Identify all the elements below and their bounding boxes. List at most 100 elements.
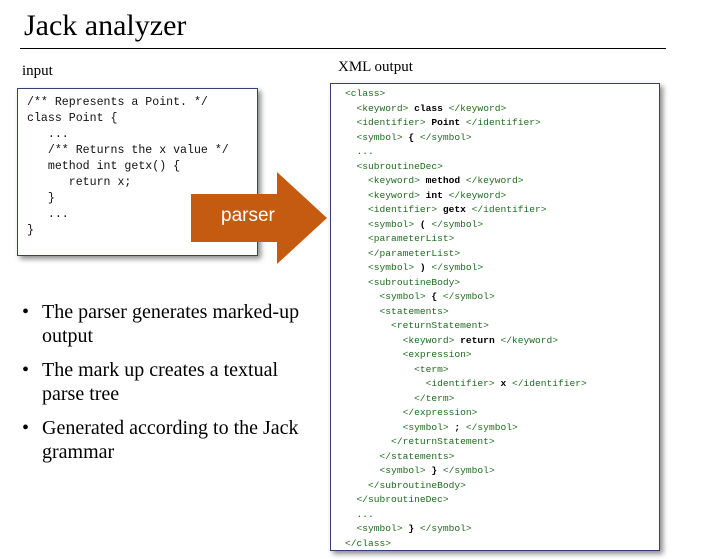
bullet-icon: • (22, 301, 30, 323)
xml-tag-open: ... (345, 146, 374, 158)
xml-line: <keyword> return </keyword> (345, 334, 587, 349)
xml-tag-close: </keyword> (442, 189, 507, 201)
xml-tag-close: </keyword> (494, 334, 559, 346)
xml-line: </term> (345, 392, 587, 407)
xml-token: class (414, 102, 443, 114)
xml-tag-open: <keyword> (345, 189, 426, 201)
xml-line: <symbol> { </symbol> (345, 290, 587, 305)
xml-line: <class> (345, 87, 587, 102)
input-code-line: class Point { (27, 112, 118, 125)
xml-token: return (460, 334, 495, 346)
xml-line: </statements> (345, 450, 587, 465)
xml-tag-close: </identifier> (465, 204, 547, 216)
xml-tag-close: </symbol> (437, 291, 495, 303)
xml-line: <symbol> } </symbol> (345, 522, 587, 537)
parser-label: parser (221, 205, 275, 226)
xml-tag-close: </keyword> (460, 175, 524, 187)
xml-token: Point (431, 117, 461, 129)
bullet-icon: • (22, 359, 30, 381)
xml-tag-open: <returnStatement> (345, 320, 489, 332)
xml-tag-close: </symbol> (425, 262, 484, 274)
xml-tag-open: <identifier> (345, 378, 501, 390)
input-code-line: ... (27, 128, 69, 141)
xml-tag-close: </keyword> (442, 102, 507, 114)
bullet-text: Generated according to the Jack grammar (42, 417, 299, 463)
xml-tag-open: <parameterList> (345, 233, 455, 245)
xml-tag-open: <symbol> (345, 218, 420, 230)
xml-line: <symbol> ) </symbol> (345, 261, 587, 276)
input-label: input (22, 63, 53, 79)
xml-line: <statements> (345, 305, 587, 320)
input-code-line: /** Represents a Point. */ (27, 96, 208, 109)
bullet-item: • The parser generates marked-up output (22, 300, 322, 348)
xml-line: </expression> (345, 406, 587, 421)
xml-tag-close: </symbol> (437, 465, 495, 477)
xml-tag-open: <keyword> (345, 334, 461, 346)
xml-tag-open: <symbol> (345, 131, 409, 143)
xml-output-label: XML output (338, 59, 413, 75)
xml-token: method (425, 175, 461, 187)
xml-line: ... (345, 145, 587, 160)
xml-line: </subroutineBody> (345, 479, 587, 494)
xml-line: <identifier> x </identifier> (345, 377, 587, 392)
xml-tag-open: </expression> (345, 407, 478, 419)
xml-line: <symbol> } </symbol> (345, 464, 587, 479)
bullet-text: The mark up creates a textual parse tree (42, 359, 278, 405)
xml-line: <keyword> method </keyword> (345, 174, 587, 189)
xml-tag-close: </symbol> (414, 131, 472, 143)
xml-output-box: <class> <keyword> class </keyword> <iden… (330, 83, 660, 551)
parser-arrow: parser (191, 172, 327, 264)
title-divider (20, 48, 666, 49)
xml-tag-open: ... (345, 508, 374, 520)
xml-line: <returnStatement> (345, 319, 587, 334)
xml-tag-open: <identifier> (345, 204, 443, 216)
xml-line: <subroutineDec> (345, 160, 587, 175)
xml-line: <identifier> Point </identifier> (345, 116, 587, 131)
xml-line: </class> (345, 537, 587, 552)
xml-line: <keyword> int </keyword> (345, 189, 587, 204)
xml-line: <term> (345, 363, 587, 378)
xml-code-lines: <class> <keyword> class </keyword> <iden… (345, 87, 587, 552)
xml-tag-open: </term> (345, 392, 455, 404)
bullet-list: • The parser generates marked-up output … (22, 300, 322, 474)
xml-tag-open: </subroutineBody> (345, 479, 466, 491)
xml-tag-close: </identifier> (460, 117, 541, 129)
xml-tag-open: <symbol> (345, 421, 455, 433)
xml-tag-open: <subroutineBody> (345, 276, 461, 288)
xml-tag-open: <symbol> (345, 465, 432, 477)
xml-tag-open: </class> (345, 537, 392, 549)
xml-line: <identifier> getx </identifier> (345, 203, 587, 218)
bullet-icon: • (22, 417, 30, 439)
bullet-item: • Generated according to the Jack gramma… (22, 416, 322, 464)
xml-tag-open: <expression> (345, 349, 472, 361)
input-code-line: /** Returns the x value */ (27, 144, 229, 157)
xml-tag-open: <symbol> (345, 523, 409, 535)
bullet-text: The parser generates marked-up output (42, 301, 300, 347)
xml-line: <keyword> class </keyword> (345, 102, 587, 117)
slide-title: Jack analyzer (24, 9, 187, 42)
xml-tag-open: <keyword> (345, 175, 426, 187)
xml-line: </parameterList> (345, 247, 587, 262)
xml-tag-open: </returnStatement> (345, 436, 495, 448)
xml-tag-open: <symbol> (345, 262, 420, 274)
xml-line: </returnStatement> (345, 435, 587, 450)
xml-line: ... (345, 508, 587, 523)
bullet-item: • The mark up creates a textual parse tr… (22, 358, 322, 406)
xml-tag-open: <statements> (345, 305, 449, 317)
xml-line: <symbol> { </symbol> (345, 131, 587, 146)
xml-tag-close: </identifier> (506, 378, 587, 390)
xml-tag-open: </statements> (345, 450, 455, 462)
xml-line: <symbol> ; </symbol> (345, 421, 587, 436)
xml-tag-open: <keyword> (345, 102, 415, 114)
xml-tag-open: <class> (345, 88, 386, 99)
xml-token: int (425, 189, 443, 201)
xml-line: <symbol> ( </symbol> (345, 218, 587, 233)
xml-tag-open: <symbol> (345, 291, 432, 303)
xml-tag-close: </symbol> (425, 218, 484, 230)
xml-line: </subroutineDec> (345, 493, 587, 508)
xml-tag-open: </parameterList> (345, 247, 461, 259)
xml-tag-open: </subroutineDec> (345, 494, 449, 506)
xml-tag-open: <identifier> (345, 117, 432, 129)
xml-token: getx (442, 204, 466, 216)
xml-line: <expression> (345, 348, 587, 363)
